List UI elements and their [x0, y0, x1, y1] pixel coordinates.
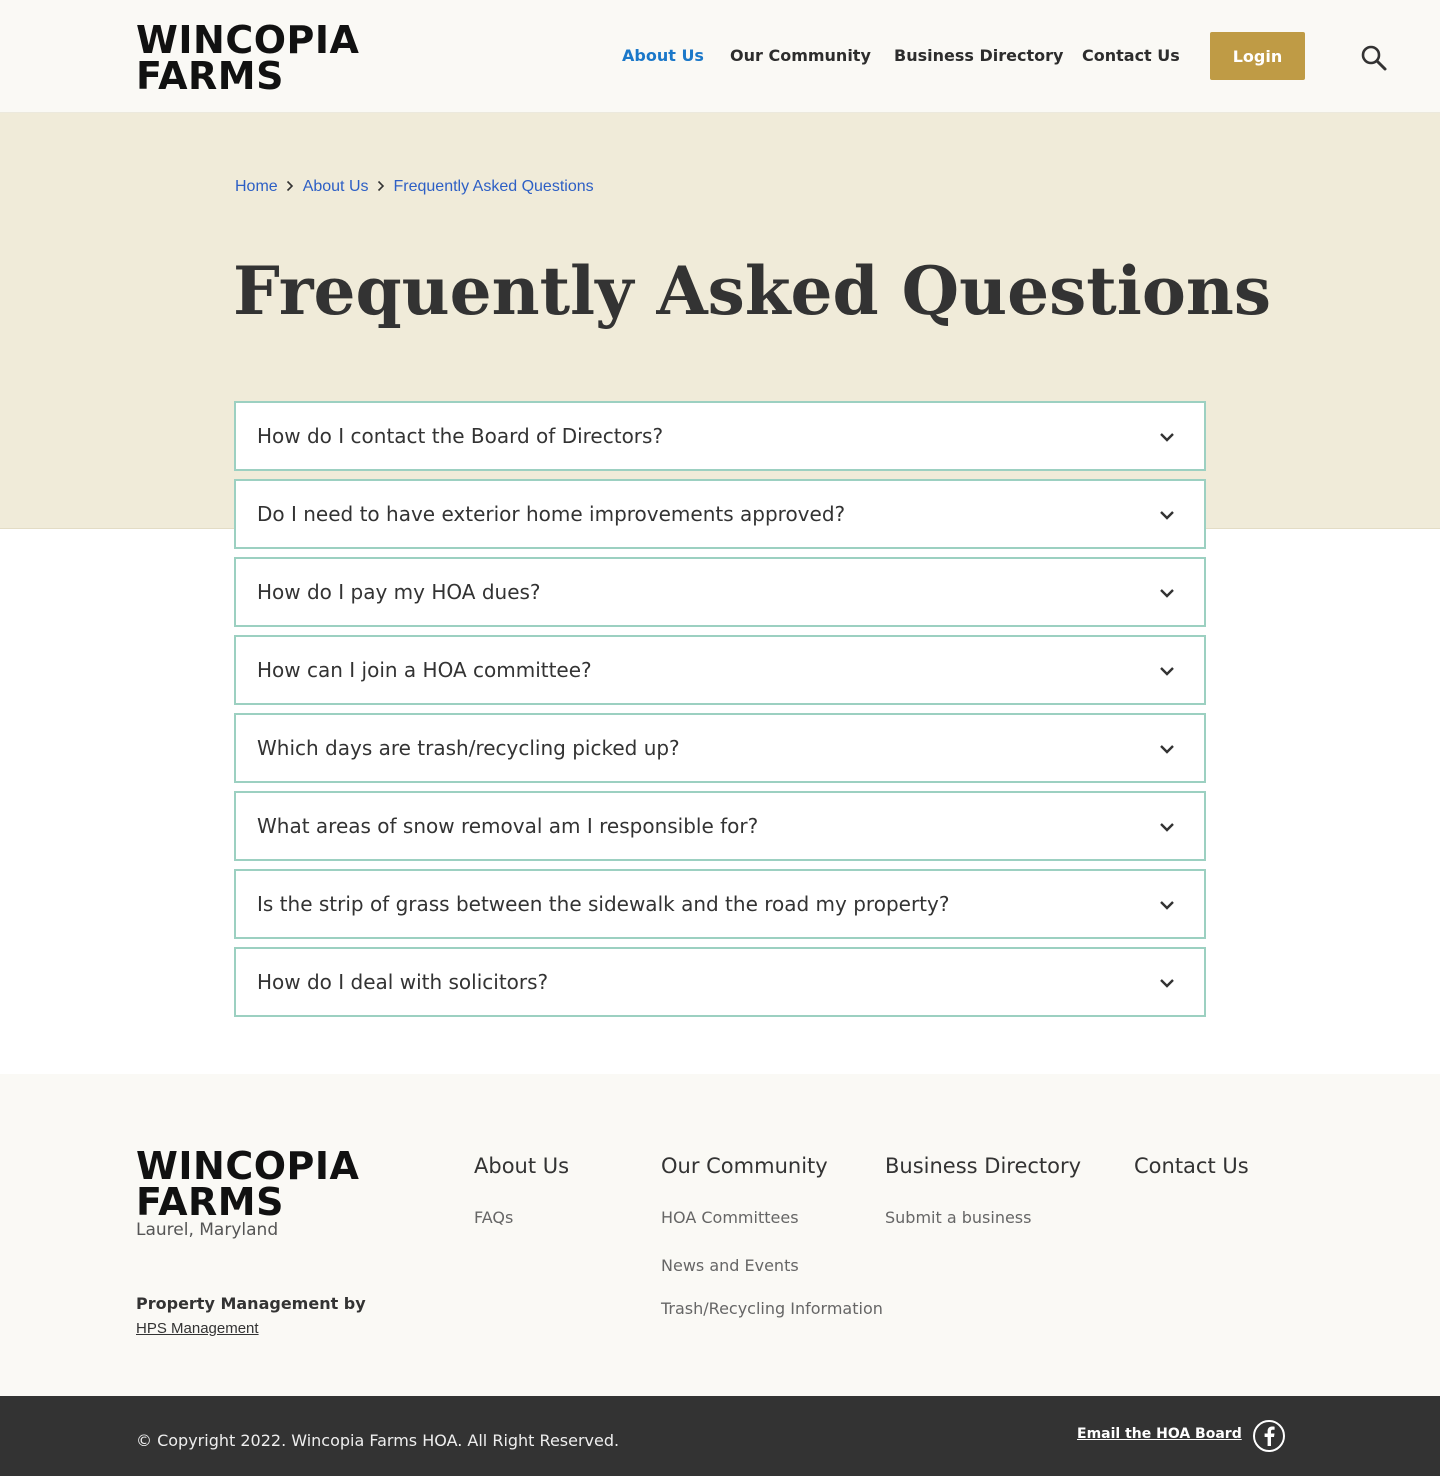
nav-item-our-community[interactable]: Our Community — [730, 44, 871, 68]
chevron-right-icon — [278, 176, 303, 198]
site-logo[interactable]: WINCOPIA FARMS — [136, 18, 360, 98]
nav-item-about-us[interactable]: About Us — [622, 44, 704, 68]
logo-line-1: WINCOPIA — [136, 1144, 360, 1188]
faq-question: Which days are trash/recycling picked up… — [257, 736, 680, 760]
faq-question: How can I join a HOA committee? — [257, 658, 592, 682]
chevron-down-icon — [1160, 511, 1174, 520]
breadcrumb-about-us[interactable]: About Us — [303, 176, 369, 198]
property-management-label: Property Management by — [136, 1294, 366, 1313]
footer-link-submit-business[interactable]: Submit a business — [885, 1208, 1031, 1227]
faq-item[interactable]: How do I contact the Board of Directors? — [234, 401, 1206, 471]
logo-line-1: WINCOPIA — [136, 18, 360, 62]
bottom-bar: © Copyright 2022. Wincopia Farms HOA. Al… — [0, 1396, 1440, 1476]
page-title: Frequently Asked Questions — [233, 252, 1272, 330]
faq-question: How do I pay my HOA dues? — [257, 580, 541, 604]
faq-question: Do I need to have exterior home improvem… — [257, 502, 846, 526]
faq-accordion: How do I contact the Board of Directors?… — [234, 401, 1206, 1025]
breadcrumb: Home About Us Frequently Asked Questions — [235, 176, 594, 198]
faq-question: What areas of snow removal am I responsi… — [257, 814, 759, 838]
footer-logo[interactable]: WINCOPIA FARMS — [136, 1144, 360, 1224]
login-button[interactable]: Login — [1210, 32, 1305, 80]
logo-line-2: FARMS — [136, 54, 284, 98]
breadcrumb-current[interactable]: Frequently Asked Questions — [394, 176, 594, 198]
copyright-text: © Copyright 2022. Wincopia Farms HOA. Al… — [136, 1431, 620, 1450]
chevron-down-icon — [1160, 745, 1174, 754]
footer-location: Laurel, Maryland — [136, 1220, 279, 1240]
search-icon[interactable] — [1360, 44, 1388, 72]
faq-item[interactable]: How do I deal with solicitors? — [234, 947, 1206, 1017]
faq-item[interactable]: How can I join a HOA committee? — [234, 635, 1206, 705]
footer-link-news-events[interactable]: News and Events — [661, 1256, 799, 1275]
facebook-icon[interactable] — [1253, 1420, 1285, 1452]
footer-heading-about-us[interactable]: About Us — [474, 1154, 569, 1178]
faq-item[interactable]: Is the strip of grass between the sidewa… — [234, 869, 1206, 939]
chevron-down-icon — [1160, 433, 1174, 442]
footer-link-faqs[interactable]: FAQs — [474, 1208, 513, 1227]
chevron-down-icon — [1160, 979, 1174, 988]
nav-item-contact-us[interactable]: Contact Us — [1082, 44, 1180, 68]
hps-management-link[interactable]: HPS Management — [136, 1320, 259, 1337]
faq-question: How do I deal with solicitors? — [257, 970, 549, 994]
breadcrumb-home[interactable]: Home — [235, 176, 278, 198]
footer-heading-business-directory[interactable]: Business Directory — [885, 1154, 1081, 1178]
faq-question: How do I contact the Board of Directors? — [257, 424, 664, 448]
faq-item[interactable]: Do I need to have exterior home improvem… — [234, 479, 1206, 549]
nav-item-business-directory[interactable]: Business Directory — [894, 44, 1063, 68]
faq-question: Is the strip of grass between the sidewa… — [257, 892, 950, 916]
email-hoa-board-link[interactable]: Email the HOA Board — [1077, 1426, 1242, 1442]
chevron-right-icon — [369, 176, 394, 198]
site-header: WINCOPIA FARMS About Us Our Community Bu… — [0, 0, 1440, 113]
footer-heading-contact-us[interactable]: Contact Us — [1134, 1154, 1249, 1178]
faq-item[interactable]: How do I pay my HOA dues? — [234, 557, 1206, 627]
faq-item[interactable]: Which days are trash/recycling picked up… — [234, 713, 1206, 783]
footer-link-hoa-committees[interactable]: HOA Committees — [661, 1208, 799, 1227]
chevron-down-icon — [1160, 901, 1174, 910]
logo-line-2: FARMS — [136, 1180, 284, 1224]
site-footer: WINCOPIA FARMS Laurel, Maryland Property… — [0, 1074, 1440, 1396]
faq-item[interactable]: What areas of snow removal am I responsi… — [234, 791, 1206, 861]
chevron-down-icon — [1160, 823, 1174, 832]
footer-link-trash-recycling[interactable]: Trash/Recycling Information — [661, 1299, 883, 1318]
chevron-down-icon — [1160, 589, 1174, 598]
footer-heading-our-community[interactable]: Our Community — [661, 1154, 828, 1178]
chevron-down-icon — [1160, 667, 1174, 676]
